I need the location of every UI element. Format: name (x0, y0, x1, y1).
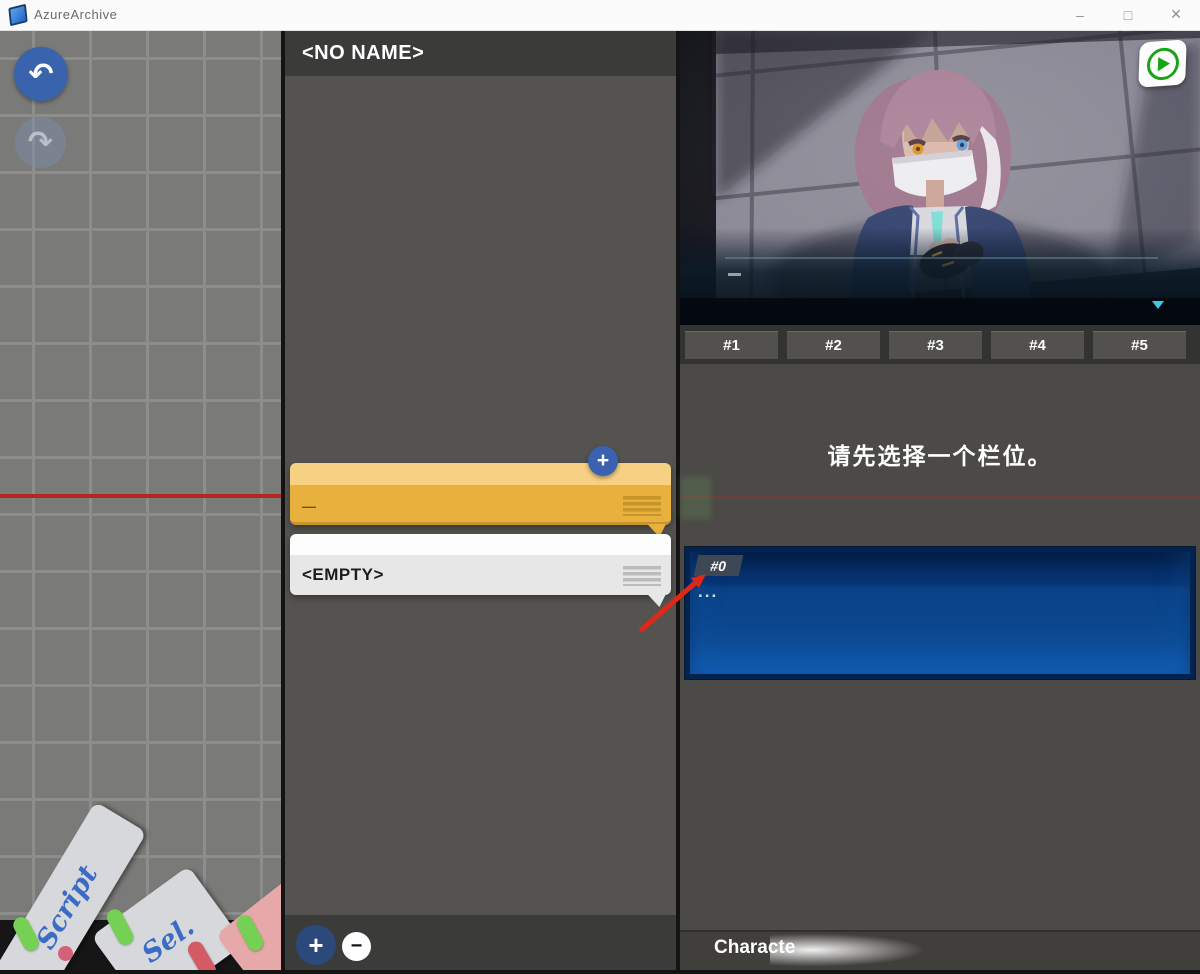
timeline-card-label: — (302, 498, 316, 514)
minimize-button[interactable]: – (1058, 0, 1102, 29)
tab-1[interactable]: #1 (685, 331, 778, 359)
timeline-title: <NO NAME> (285, 30, 676, 76)
play-icon (1158, 56, 1170, 71)
dialogue-next-icon (1152, 301, 1164, 309)
undo-button[interactable]: ↶ (14, 47, 68, 101)
play-button[interactable] (1138, 39, 1186, 87)
redo-icon: ↷ (28, 125, 53, 160)
timeline-card-selected[interactable] (290, 463, 671, 525)
select-slot-hint: 请先选择一个栏位。 (680, 437, 1200, 471)
tab-3[interactable]: #3 (889, 331, 982, 359)
plus-icon: + (597, 449, 609, 473)
title-bar: AzureArchive – □ ✕ (0, 0, 1200, 31)
slot-0-content: ... (698, 582, 718, 602)
character-scene-art (680, 30, 1200, 325)
canvas-panel: ↶ ↷ Script Sel. Exi (0, 30, 281, 970)
plus-icon: + (308, 930, 323, 961)
app-logo-icon (8, 4, 27, 26)
dialogue-dash (728, 273, 741, 276)
drag-handle-icon[interactable] (623, 566, 661, 586)
tab-2[interactable]: #2 (787, 331, 880, 359)
minus-icon: − (351, 935, 363, 958)
guide-red-line-faint (680, 496, 1200, 498)
play-ring (1146, 46, 1179, 80)
connector-dot-icon (58, 946, 73, 961)
maximize-button[interactable]: □ (1106, 0, 1150, 29)
timeline-card-label: <EMPTY> (302, 565, 384, 585)
undo-icon: ↶ (28, 57, 53, 92)
slot-0-badge: #0 (694, 555, 743, 576)
light-smear (770, 924, 1070, 974)
insert-card-button[interactable]: + (588, 446, 618, 476)
sel-block-label: Sel. (136, 911, 200, 969)
slot-0-box[interactable] (684, 546, 1196, 680)
character-scene (680, 30, 1200, 325)
close-button[interactable]: ✕ (1154, 0, 1198, 29)
remove-card-button[interactable]: − (342, 932, 371, 961)
app-title: AzureArchive (34, 7, 117, 22)
tab-4[interactable]: #4 (991, 331, 1084, 359)
guide-red-line (0, 494, 281, 498)
redo-button[interactable]: ↷ (15, 117, 66, 168)
drag-handle-icon[interactable] (623, 496, 661, 516)
slot-0-inner (690, 552, 1190, 674)
tab-5[interactable]: #5 (1093, 331, 1186, 359)
add-card-button[interactable]: + (296, 925, 336, 965)
green-artifact (681, 477, 711, 519)
